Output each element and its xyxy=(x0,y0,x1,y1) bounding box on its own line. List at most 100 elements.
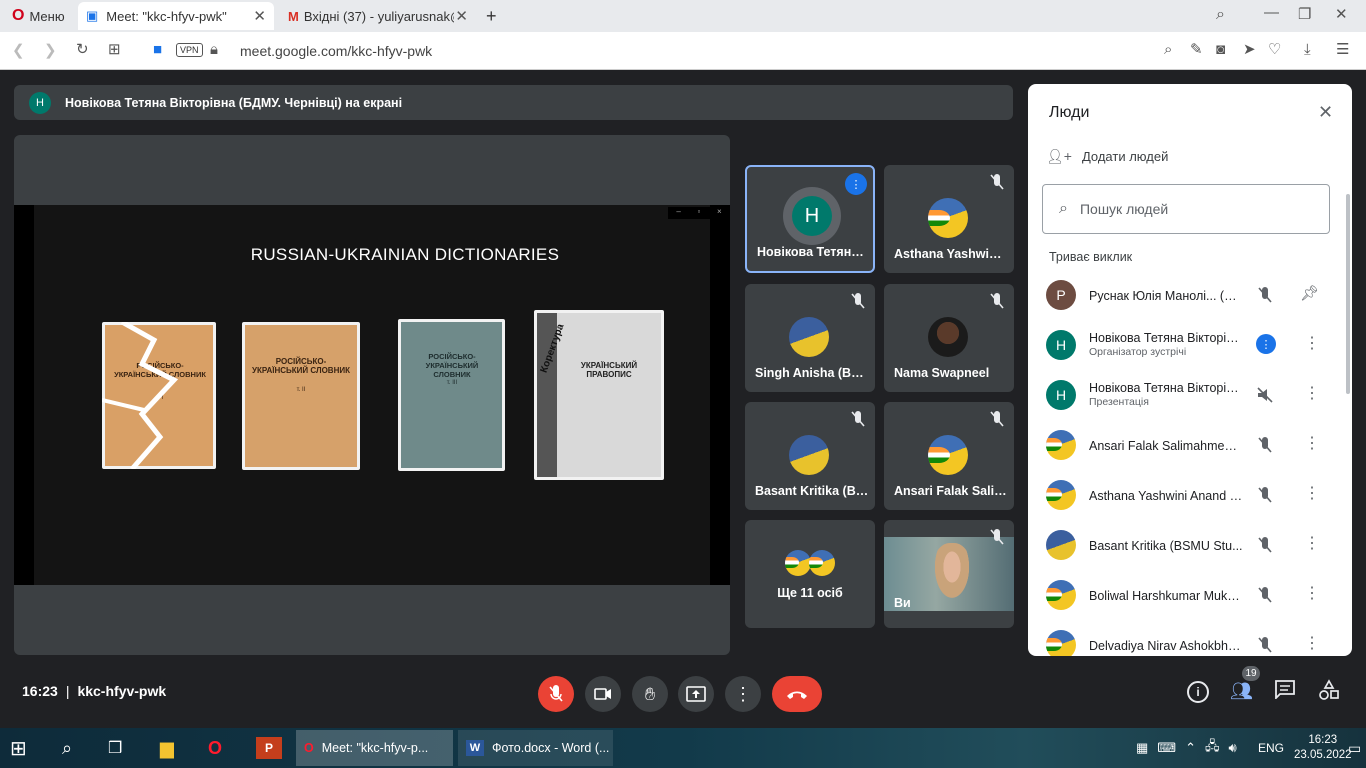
vpn-badge[interactable]: VPN xyxy=(176,43,203,57)
search-tabs-icon[interactable]: ⌕ xyxy=(1216,7,1225,23)
participant-tile-2[interactable]: Asthana Yashwini Anand xyxy=(884,165,1014,273)
mic-off-icon xyxy=(988,528,1006,546)
video-camera-icon xyxy=(594,688,611,700)
shared-slide: – ▫ × RUSSIAN-UKRAINIAN DICTIONARIES РОСІЙ… xyxy=(14,205,730,585)
more-options-icon[interactable]: ⋮ xyxy=(1304,533,1320,553)
participant-tile-6[interactable]: Ansari Falak Salimahmed xyxy=(884,402,1014,510)
file-explorer-button[interactable]: ▆ xyxy=(160,730,174,766)
people-list-item[interactable]: Delvadiya Nirav Ashokbha... ⋮ xyxy=(1028,620,1352,656)
edit-icon[interactable]: ✎ xyxy=(1190,42,1203,57)
people-list-item[interactable]: Ansari Falak Salimahmed ... ⋮ xyxy=(1028,420,1352,470)
minimize-icon: – xyxy=(676,207,681,216)
task-view-button[interactable]: ❒ xyxy=(108,730,122,766)
more-options-icon[interactable]: ⋮ xyxy=(1304,583,1320,603)
tab-gmail-title: Вхідні (37) - yuliyarusnak@ xyxy=(303,8,454,24)
maximize-button[interactable]: ❐ xyxy=(1298,7,1311,22)
back-icon[interactable]: ❮ xyxy=(12,43,25,58)
crack-lines xyxy=(102,322,179,469)
search-button[interactable]: ⌕ xyxy=(62,730,72,766)
network-icon[interactable]: 🖧︎ xyxy=(1205,737,1220,759)
taskbar-clock[interactable]: 16:23 23.05.2022 xyxy=(1294,730,1352,766)
opera-menu-button[interactable]: O Меню xyxy=(4,2,70,30)
more-options-icon[interactable]: ⋮ xyxy=(1304,633,1320,653)
close-panel-button[interactable]: ✕ xyxy=(1318,102,1333,123)
self-label: Ви xyxy=(894,596,911,610)
address-bar: ❮ ❯ ↻ ⊞ ■ VPN 🔒︎ meet.google.com/kkc-hfy… xyxy=(0,32,1366,70)
people-list-item[interactable]: Asthana Yashwini Anand (... ⋮ xyxy=(1028,470,1352,520)
close-window-button[interactable]: ✕ xyxy=(1335,7,1348,22)
more-vert-icon: ⋮ xyxy=(734,683,752,704)
more-participants-tile[interactable]: Ще 11 осіб xyxy=(745,520,875,628)
meeting-info-icon[interactable]: i xyxy=(1187,681,1209,703)
more-options-icon[interactable]: ⋮ xyxy=(1304,333,1320,353)
person-name: Delvadiya Nirav Ashokbha... xyxy=(1089,639,1243,653)
speed-dial-icon[interactable]: ⊞ xyxy=(108,42,121,57)
participant-tile-3[interactable]: Singh Anisha (BSMU Student) xyxy=(745,284,875,392)
leave-call-button[interactable] xyxy=(772,676,822,712)
participant-tile-1[interactable]: Н ⋮ Новікова Тетяна Вікторівна xyxy=(745,165,875,273)
participants-count-badge: 19 xyxy=(1242,666,1260,681)
mic-off-icon xyxy=(1256,636,1274,656)
present-screen-button[interactable] xyxy=(678,676,714,712)
minimize-button[interactable]: — xyxy=(1264,5,1279,20)
more-options-button[interactable]: ⋮ xyxy=(725,676,761,712)
mic-toggle-button[interactable] xyxy=(538,676,574,712)
participant-name: Basant Kritika (BSMU Student) xyxy=(755,484,869,498)
volume-icon[interactable]: 🔊︎ xyxy=(1228,740,1236,756)
participant-tile-5[interactable]: Basant Kritika (BSMU Student) xyxy=(745,402,875,510)
close-tab-icon[interactable]: ✕ xyxy=(253,7,266,25)
taskbar-app-word[interactable]: W Фото.docx - Word (... xyxy=(458,730,613,766)
people-list-item[interactable]: Н Новікова Тетяна Вікторів... Презентаці… xyxy=(1028,370,1352,420)
participant-tile-4[interactable]: Nama Swapneel xyxy=(884,284,1014,392)
camera-toggle-button[interactable] xyxy=(585,676,621,712)
participant-name: Ansari Falak Salimahmed xyxy=(894,484,1008,498)
close-tab-icon[interactable]: ✕ xyxy=(455,7,468,25)
add-people-label: Додати людей xyxy=(1081,149,1169,164)
mic-off-icon xyxy=(849,410,867,428)
more-options-icon[interactable]: ⋮ xyxy=(1304,483,1320,503)
new-tab-button[interactable]: + xyxy=(478,2,498,30)
url-text[interactable]: meet.google.com/kkc-hfyv-pwk xyxy=(240,43,432,59)
search-page-icon[interactable]: ⌕ xyxy=(1164,42,1172,57)
mic-off-icon xyxy=(988,173,1006,191)
menu-label: Меню xyxy=(29,8,65,24)
opera-logo-icon: O xyxy=(12,7,25,24)
people-list-item[interactable]: Р Руснак Юлія Манолі... (Ви) 📌︎ xyxy=(1028,270,1352,320)
book-2-sub: т. ІІ xyxy=(296,387,306,393)
easy-setup-icon[interactable]: ☰ xyxy=(1336,42,1349,57)
people-button[interactable]: 👥︎ xyxy=(1230,681,1253,702)
show-hidden-icons[interactable]: ⌃ xyxy=(1185,740,1196,756)
people-list-item[interactable]: Boliwal Harshkumar Muke... ⋮ xyxy=(1028,570,1352,620)
search-people-input[interactable]: ⌕ Пошук людей xyxy=(1042,184,1330,234)
send-icon[interactable]: ➤ xyxy=(1243,42,1256,57)
notifications-icon[interactable]: ▭ xyxy=(1348,730,1361,766)
pin-icon[interactable]: 📌︎ xyxy=(1300,284,1319,302)
start-button[interactable]: ⊞ xyxy=(10,730,27,766)
self-view-tile[interactable]: Ви xyxy=(884,520,1014,628)
download-icon[interactable]: ⤓ xyxy=(1304,42,1311,57)
taskbar-app-meet[interactable]: O Meet: "kkc-hfyv-p... xyxy=(296,730,453,766)
tab-meet-title: Meet: "kkc-hfyv-pwk" xyxy=(106,8,227,24)
forward-icon[interactable]: ❯ xyxy=(44,43,57,58)
participant-avatar xyxy=(789,435,829,475)
people-list-item[interactable]: Н Новікова Тетяна Вікторів... Організато… xyxy=(1028,320,1352,370)
language-indicator[interactable]: ENG xyxy=(1258,730,1284,766)
tray-app-icon[interactable]: ▦ xyxy=(1136,740,1148,756)
snapshot-icon[interactable]: ◙ xyxy=(1216,42,1225,57)
more-options-icon[interactable]: ⋮ xyxy=(1304,433,1320,453)
keyboard-icon[interactable]: ⌨ xyxy=(1157,740,1176,756)
raise-hand-button[interactable]: ✋︎ xyxy=(632,676,668,712)
participant-name: Новікова Тетяна Вікторівна xyxy=(757,245,867,259)
powerpoint-taskbar-button[interactable]: P xyxy=(256,737,282,759)
people-list-item[interactable]: Basant Kritika (BSMU Stu... ⋮ xyxy=(1028,520,1352,570)
book-cover-3: РОСІЙСЬКО-УКРАЇНСЬКИЙ СЛОВНИК т. ІІІ xyxy=(398,319,505,471)
opera-taskbar-button[interactable]: O xyxy=(208,730,222,766)
chat-button[interactable] xyxy=(1274,679,1296,704)
tab-gmail[interactable]: M Вхідні (37) - yuliyarusnak@ ✕ xyxy=(280,2,476,30)
activities-button[interactable] xyxy=(1318,679,1340,706)
heart-icon[interactable]: ♡ xyxy=(1268,42,1281,57)
more-options-icon[interactable]: ⋮ xyxy=(1304,383,1320,403)
reload-icon[interactable]: ↻ xyxy=(76,42,89,57)
tab-meet[interactable]: ▣ Meet: "kkc-hfyv-pwk" ✕ xyxy=(78,2,274,30)
add-people-button[interactable]: 👤︎+ Додати людей xyxy=(1046,148,1168,165)
